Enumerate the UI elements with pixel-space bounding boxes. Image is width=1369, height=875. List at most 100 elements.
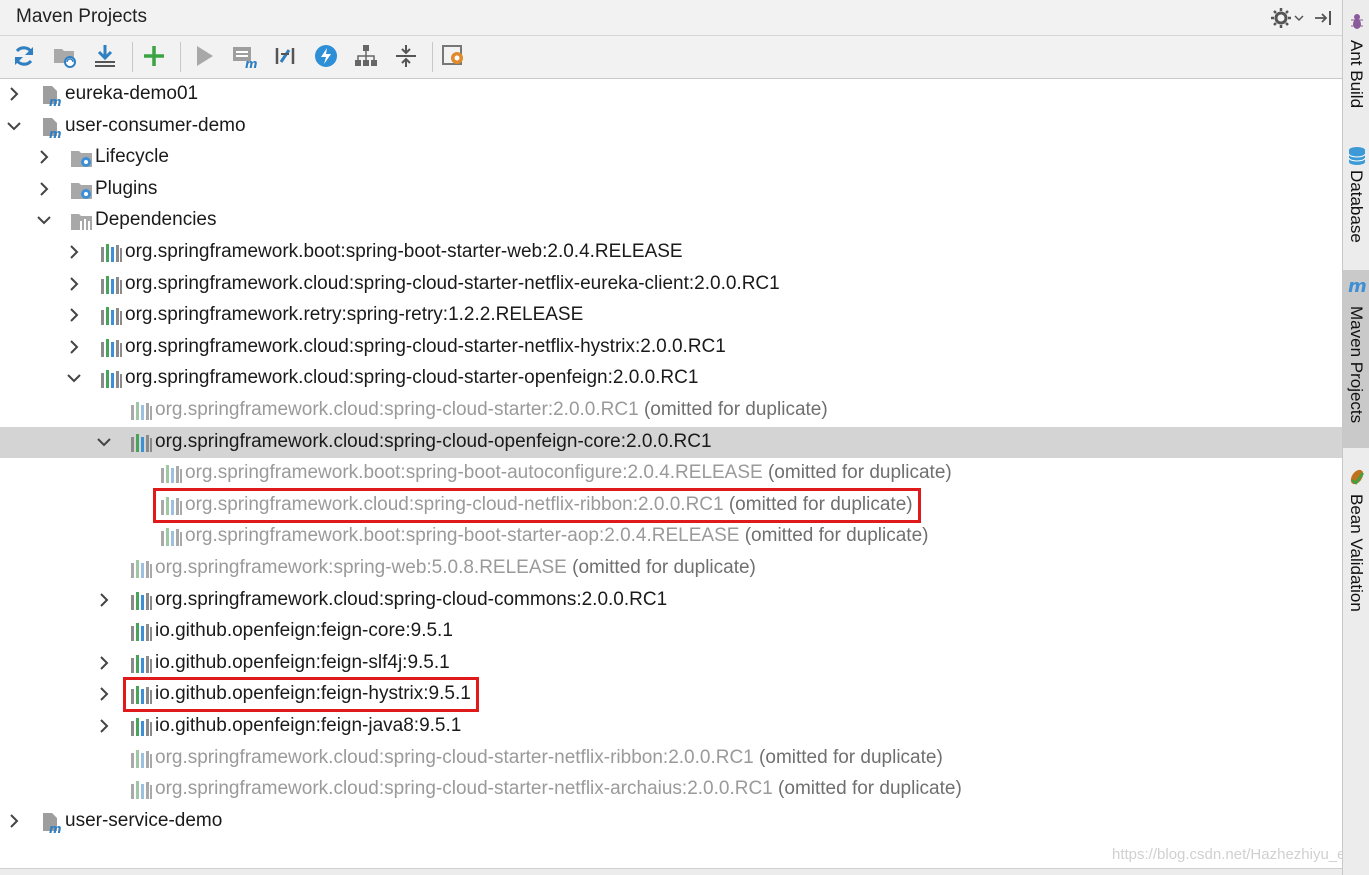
library-icon: [100, 242, 124, 264]
maven-settings-icon[interactable]: [440, 41, 470, 71]
artifact-coordinates: org.springframework.cloud:spring-cloud-s…: [155, 778, 773, 800]
omitted-note: (omitted for duplicate): [643, 399, 828, 420]
tree-row-label: org.springframework.cloud:spring-cloud-s…: [125, 336, 726, 358]
tree-row-label: org.springframework.cloud:spring-cloud-o…: [155, 431, 712, 453]
bottom-border: [0, 868, 1342, 875]
tree-row[interactable]: org.springframework.cloud:spring-cloud-s…: [0, 332, 1342, 363]
tree-row[interactable]: m eureka-demo01: [0, 79, 1342, 110]
reimport-icon[interactable]: [9, 41, 39, 71]
side-tab-ant-build[interactable]: Ant Build: [1343, 4, 1369, 122]
tree-row[interactable]: org.springframework.boot:spring-boot-sta…: [0, 237, 1342, 268]
hide-panel-icon[interactable]: [1312, 7, 1334, 29]
tree-row[interactable]: m user-service-demo: [0, 806, 1342, 837]
tree-row[interactable]: org.springframework.cloud:spring-cloud-o…: [0, 426, 1342, 458]
tree-row[interactable]: org.springframework.boot:spring-boot-aut…: [0, 458, 1342, 489]
library-icon: [130, 558, 154, 580]
tree-row[interactable]: io.github.openfeign:feign-java8:9.5.1: [0, 711, 1342, 742]
tree-row[interactable]: Plugins: [0, 174, 1342, 205]
chevron-right-icon[interactable]: [35, 180, 53, 198]
chevron-right-icon[interactable]: [65, 338, 83, 356]
svg-text:m: m: [49, 822, 62, 833]
tree-row-label: io.github.openfeign:feign-java8:9.5.1: [155, 715, 461, 737]
chevron-right-icon[interactable]: [95, 654, 113, 672]
chevron-down-icon[interactable]: [65, 369, 83, 387]
maven-module-icon: m: [40, 84, 64, 109]
collapse-all-icon[interactable]: [391, 41, 421, 71]
tree-row[interactable]: org.springframework.cloud:spring-cloud-c…: [0, 585, 1342, 616]
artifact-coordinates: user-service-demo: [65, 809, 223, 831]
tree-row[interactable]: org.springframework.cloud:spring-cloud-s…: [0, 774, 1342, 805]
artifact-coordinates: org.springframework.cloud:spring-cloud-s…: [155, 746, 754, 768]
tree-row-label: org.springframework.boot:spring-boot-sta…: [125, 241, 683, 263]
tree-row[interactable]: io.github.openfeign:feign-slf4j:9.5.1: [0, 648, 1342, 679]
settings-gear-icon[interactable]: [1270, 6, 1304, 30]
tree-row-label: org.springframework.cloud:spring-cloud-s…: [155, 778, 962, 800]
artifact-coordinates: org.springframework.cloud:spring-cloud-s…: [125, 367, 699, 389]
svg-text:m: m: [49, 95, 62, 106]
artifact-coordinates: Plugins: [95, 177, 158, 199]
chevron-down-icon[interactable]: [35, 211, 53, 229]
chevron-down-icon[interactable]: [95, 433, 113, 451]
tree-row[interactable]: org.springframework.cloud:spring-cloud-s…: [0, 743, 1342, 774]
artifact-coordinates: org.springframework.cloud:spring-cloud-s…: [125, 272, 780, 294]
artifact-coordinates: io.github.openfeign:feign-core:9.5.1: [155, 620, 453, 642]
tree-row-label: org.springframework.cloud:spring-cloud-c…: [155, 589, 667, 611]
tree-row[interactable]: org.springframework.cloud:spring-cloud-s…: [0, 363, 1342, 394]
chevron-right-icon[interactable]: [65, 243, 83, 261]
tree-row-label: org.springframework.retry:spring-retry:1…: [125, 304, 583, 326]
tree-row-label: io.github.openfeign:feign-core:9.5.1: [155, 620, 453, 642]
download-sources-icon[interactable]: [90, 41, 120, 71]
artifact-coordinates: Lifecycle: [95, 146, 169, 168]
bean-validation-icon: [1348, 468, 1366, 491]
chevron-right-icon[interactable]: [5, 85, 23, 103]
chevron-right-icon[interactable]: [95, 591, 113, 609]
tree-row[interactable]: org.springframework.cloud:spring-cloud-s…: [0, 269, 1342, 300]
side-tab-label: Maven Projects: [1347, 306, 1366, 424]
chevron-right-icon[interactable]: [95, 685, 113, 703]
toggle-offline-icon[interactable]: [270, 41, 300, 71]
chevron-right-icon[interactable]: [5, 812, 23, 830]
chevron-right-icon[interactable]: [95, 717, 113, 735]
library-icon: [100, 337, 124, 359]
chevron-down-icon[interactable]: [5, 117, 23, 135]
show-dependencies-icon[interactable]: [351, 41, 381, 71]
toolbar-separator: [432, 42, 433, 72]
tree-row[interactable]: org.springframework.retry:spring-retry:1…: [0, 300, 1342, 331]
tree-row[interactable]: Dependencies: [0, 205, 1342, 236]
tree-row[interactable]: org.springframework:spring-web:5.0.8.REL…: [0, 553, 1342, 584]
tree-row[interactable]: org.springframework.boot:spring-boot-sta…: [0, 521, 1342, 552]
tree-row[interactable]: m user-consumer-demo: [0, 111, 1342, 142]
dependencies-folder-icon: [70, 210, 94, 232]
side-tab-maven-projects[interactable]: m Maven Projects: [1343, 270, 1369, 448]
skip-tests-icon[interactable]: [311, 41, 341, 71]
tree-row-label: org.springframework.cloud:spring-cloud-s…: [155, 747, 943, 769]
artifact-coordinates: org.springframework.retry:spring-retry:1…: [125, 304, 584, 326]
tree-row[interactable]: io.github.openfeign:feign-core:9.5.1: [0, 616, 1342, 647]
execute-goal-icon[interactable]: m: [230, 41, 260, 71]
chevron-right-icon[interactable]: [35, 148, 53, 166]
library-icon: [100, 274, 124, 296]
side-tab-database[interactable]: Database: [1343, 140, 1369, 252]
chevron-right-icon[interactable]: [65, 275, 83, 293]
tree-row-label: Dependencies: [95, 209, 216, 231]
omitted-note: (omitted for duplicate): [572, 557, 756, 578]
add-icon[interactable]: [139, 41, 169, 71]
side-tab-bean-validation[interactable]: Bean Validation: [1343, 462, 1369, 622]
tool-window-header: Maven Projects: [0, 0, 1342, 36]
generate-sources-icon[interactable]: [50, 41, 80, 71]
maven-icon: m: [1348, 276, 1367, 297]
maven-project-tree[interactable]: m eureka-demo01 m user-consumer-demo Lifecyc…: [0, 79, 1342, 868]
chevron-right-icon[interactable]: [65, 306, 83, 324]
run-icon[interactable]: [189, 41, 219, 71]
omitted-note: (omitted for duplicate): [744, 525, 929, 547]
tool-window-title: Maven Projects: [16, 6, 147, 27]
maven-module-icon: m: [40, 811, 64, 836]
tree-row[interactable]: org.springframework.cloud:spring-cloud-s…: [0, 395, 1342, 426]
toolbar-separator: [132, 42, 133, 72]
tree-row[interactable]: Lifecycle: [0, 142, 1342, 173]
artifact-coordinates: io.github.openfeign:feign-java8:9.5.1: [155, 715, 462, 736]
side-tab-label: Database: [1347, 170, 1366, 243]
library-icon: [100, 305, 124, 327]
tree-row-label: Plugins: [95, 178, 157, 200]
library-icon: [130, 748, 154, 770]
